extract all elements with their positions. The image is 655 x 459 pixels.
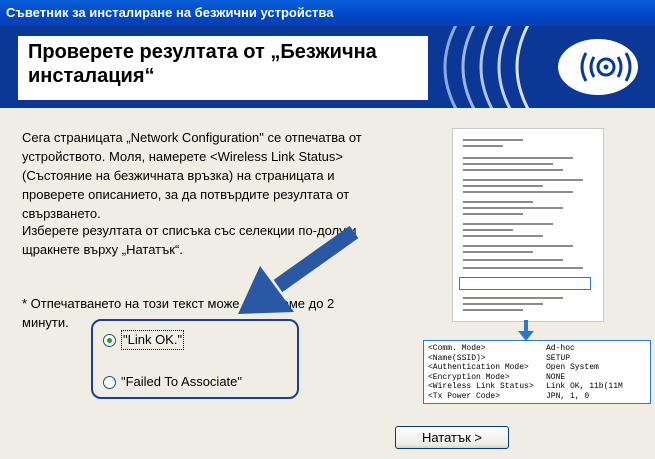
window-title: Съветник за инсталиране на безжични устр… — [6, 5, 334, 20]
instructions-paragraph: Сега страницата „Network Configuration" … — [22, 130, 362, 221]
pointer-arrow-icon — [238, 226, 359, 314]
wizard-header: Проверете резултата от „Безжична инстала… — [0, 26, 655, 108]
wireless-signal-icon — [443, 26, 638, 108]
radio-link-ok[interactable]: "Link OK." — [103, 330, 293, 350]
wireless-status-detail: <Comm. Mode> Ad-hoc <Name(SSID)> SETUP <Au… — [423, 340, 651, 404]
radio-selected-indicator[interactable] — [103, 333, 116, 347]
config-page-illustration — [452, 128, 604, 322]
detail-row: <Authentication Mode> Open System — [428, 363, 599, 372]
detail-row: <Encryption Mode> NONE — [428, 372, 566, 382]
next-button[interactable]: Нататък > — [395, 426, 509, 449]
radio-failed-to-associate[interactable]: "Failed To Associate" — [103, 373, 293, 391]
radio-failed-label[interactable]: "Failed To Associate" — [121, 373, 242, 391]
header-title-panel: Проверете резултата от „Безжична инстала… — [18, 36, 428, 100]
wizard-body: Сега страницата „Network Configuration" … — [0, 108, 655, 459]
page-title: Проверете резултата от „Безжична инстала… — [28, 41, 377, 87]
radio-link-ok-label[interactable]: "Link OK." — [121, 330, 185, 350]
wireless-status-highlight — [459, 277, 591, 290]
detail-row: <Wireless Link Status> Link OK, 11b(11M — [428, 382, 623, 391]
detail-row: <Tx Power Code> JPN, 1, 0 — [428, 391, 590, 401]
arrow-down-icon — [518, 320, 534, 341]
detail-row: <Name(SSID)> SETUP — [428, 353, 571, 363]
radio-unselected-indicator[interactable] — [103, 375, 116, 389]
detail-row: <Comm. Mode> Ad-hoc — [428, 344, 575, 353]
window-title-bar: Съветник за инсталиране на безжични устр… — [0, 0, 655, 26]
